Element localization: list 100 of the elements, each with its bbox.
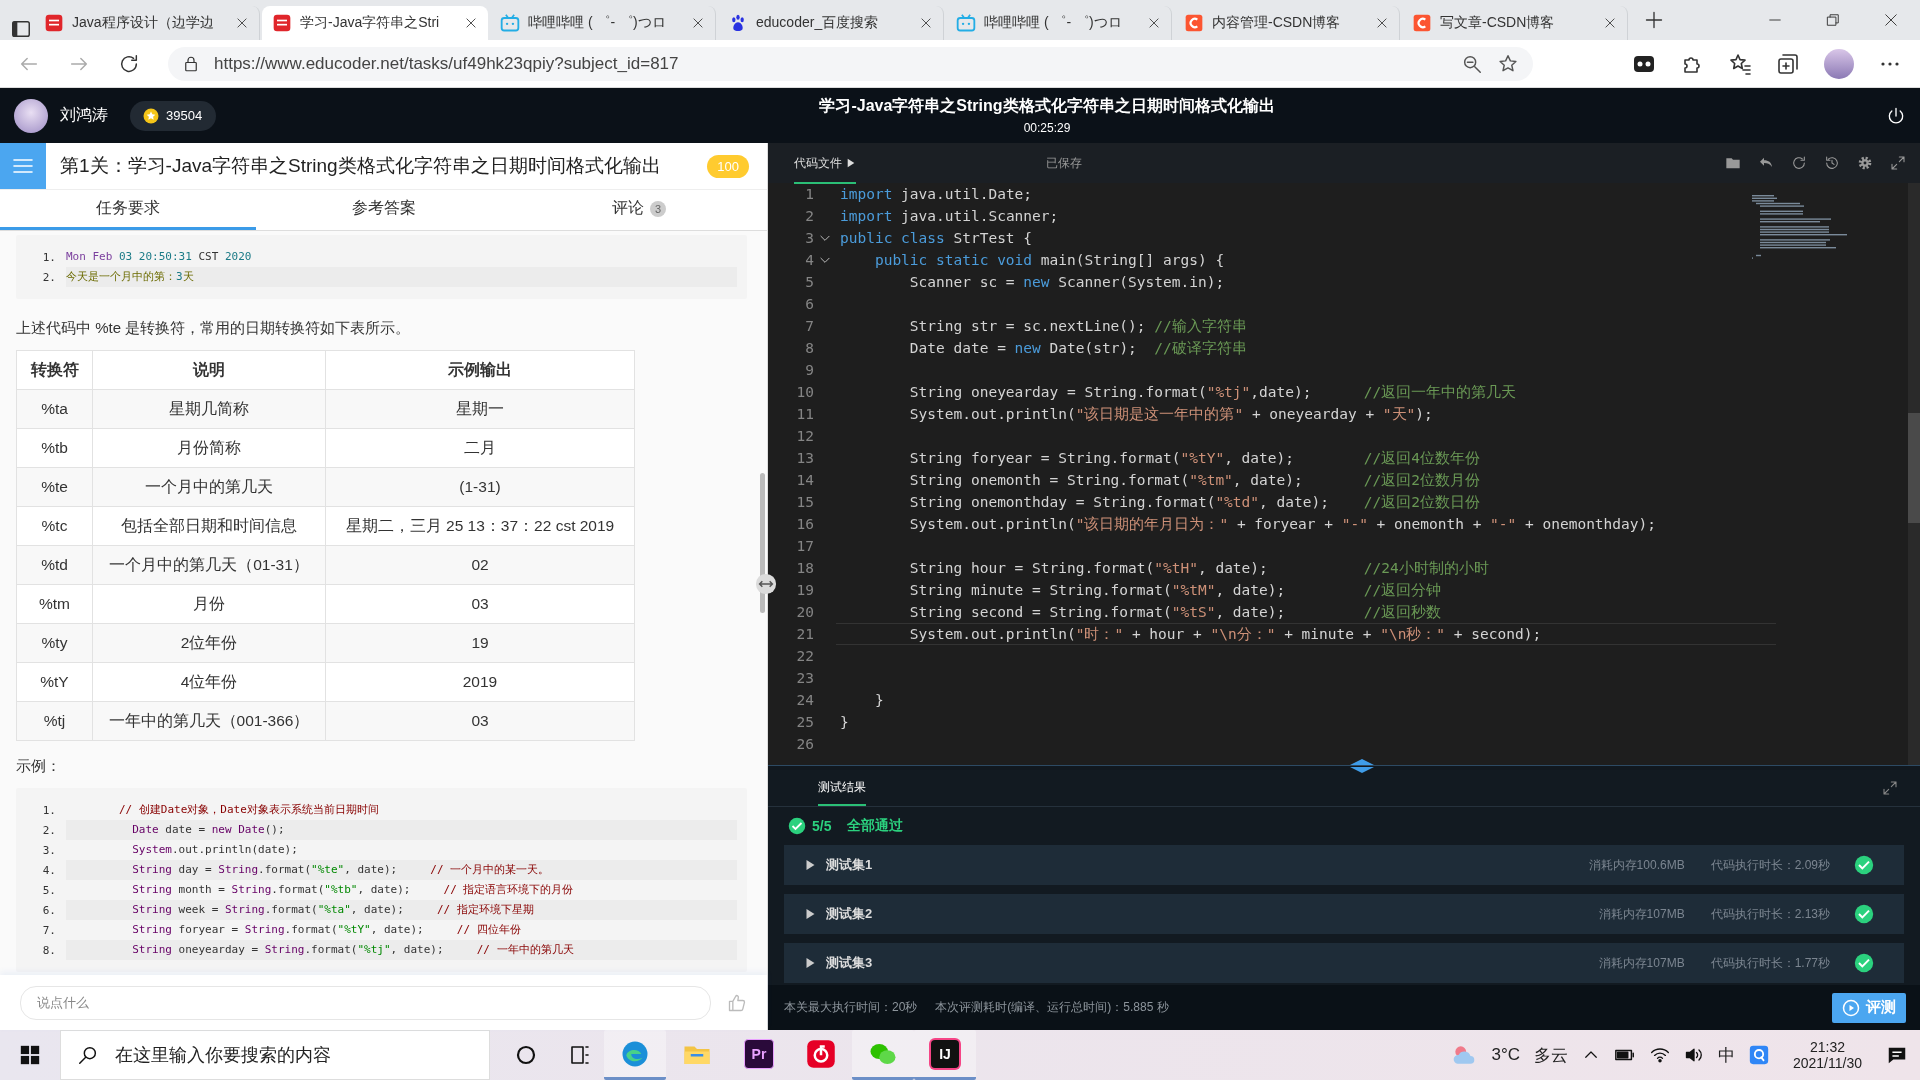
page-title: 学习-Java字符串之String类格式化字符串之日期时间格式化输出 [819,96,1275,116]
score-badge: 100 [707,154,749,178]
code-line: import java.util.Scanner; [839,207,1059,226]
code-line: // 创建Date对象，Date对象表示系统当前日期时间 [117,802,380,818]
close-icon[interactable] [1603,16,1617,30]
line-number: 8 [804,340,814,356]
code-line: Scanner sc = new Scanner(System.in); [908,273,1225,292]
windows-icon[interactable] [19,1044,41,1066]
code-line: System.out.println("该日期是这一年中的第" + oneyearday + "天"); [908,405,1433,424]
scrollbar[interactable] [1908,183,1920,765]
test-set-row[interactable]: 测试集1 消耗内存100.6MB 代码执行时长：2.09秒 [784,845,1904,885]
table-cell: 02 [325,545,635,585]
table-cell: 一个月中的第几天 [92,467,326,507]
table-cell: %tY [16,662,93,702]
refresh-icon[interactable] [118,52,140,75]
table-cell: 星期二，三月 25 13：37：22 cst 2019 [325,506,635,546]
code-line: import java.util.Date; [839,185,1033,204]
table-cell: 一个月中的第几天（01-31） [92,545,326,585]
folder-icon[interactable] [1725,155,1741,171]
tab-actions-icon[interactable] [10,18,32,40]
table-cell: %tb [16,428,93,468]
premiere-app-icon[interactable]: Pr [744,1038,774,1069]
line-number: 13 [795,450,814,466]
task-view-icon[interactable] [568,1043,592,1067]
tab[interactable]: 评论 3 [511,190,767,230]
ide-app-icon[interactable]: IJ [931,1039,959,1068]
line-number: 2. [41,270,57,284]
column-header: 转换符 [16,350,93,390]
expand-icon[interactable] [1882,780,1898,796]
tab[interactable]: 测试结果 [818,770,866,806]
taskbar-search-box[interactable]: 在这里输入你要搜索的内容 [60,1030,490,1080]
c-logo-icon [1184,13,1204,33]
user-avatar[interactable] [14,98,48,133]
example-label: 示例： [16,757,62,776]
refresh-icon[interactable] [1791,155,1807,171]
restore-icon[interactable] [1826,13,1840,27]
close-icon[interactable] [235,16,249,30]
check-circle-icon [1854,953,1874,973]
tab[interactable]: 任务要求 [0,190,256,230]
table-cell: 包括全部日期和时间信息 [92,506,326,546]
collections-icon[interactable] [1776,51,1800,76]
tab[interactable]: 参考答案 [255,190,512,230]
coin-icon [142,106,160,125]
close-icon[interactable] [691,16,705,30]
coin-badge: 39504 [130,100,217,131]
favorites-icon[interactable] [1728,51,1752,76]
line-number: 8. [41,943,57,957]
test-set-row[interactable]: 测试集3 消耗内存107MB 代码执行时长：1.77秒 [784,943,1904,983]
table-cell: %tm [16,584,93,624]
input-method[interactable]: 中 [1717,1043,1735,1067]
code-line: String str = sc.nextLine(); //输入字符串 [908,317,1247,336]
history-icon[interactable] [1824,155,1840,171]
profile-avatar[interactable] [1824,48,1854,79]
line-number: 17 [795,538,814,554]
line-number: 3. [41,843,57,857]
code-line: String oneyearday = String.format("%tj",date); //返回一年中的第几天 [908,383,1517,402]
code-line: Mon Feb 03 20:50:31 CST 2020 [66,249,253,265]
q-app-icon[interactable] [1748,1045,1769,1065]
address-bar[interactable]: https://www.educoder.net/tasks/uf49hk23qpiy?subject_id=817 [168,46,1533,81]
wifi-icon[interactable] [1649,1045,1670,1065]
lock-icon [182,54,200,73]
level-title: 第1关：学习-Java字符串之String类格式化字符串之日期时间格式化输出 [60,154,661,178]
line-number: 14 [795,472,814,488]
line-number: 3 [804,230,814,246]
taskbar-search-field[interactable]: 在这里输入你要搜索的内容 [113,1043,473,1067]
table-cell: (1-31) [325,467,635,507]
code-line: } [839,713,849,732]
music-app-icon[interactable] [806,1038,836,1069]
split-handle-icon[interactable] [1348,758,1376,774]
comment-field[interactable]: 说点什么 [20,985,711,1020]
line-number: 1. [41,250,57,264]
line-number: 7 [804,318,814,334]
thumbs-up-icon[interactable] [727,992,747,1013]
close-icon[interactable] [464,16,478,30]
close-icon[interactable] [1375,16,1389,30]
table-cell: %ty [16,623,93,663]
app-logo-icon [44,13,64,33]
column-header: 示例输出 [325,350,635,390]
table-cell: %te [16,467,93,507]
browser-tab[interactable]: 学习-Java字符串之Stri [262,6,488,40]
table-cell: 月份 [92,584,326,624]
close-icon[interactable] [1884,13,1898,27]
table-cell: 二月 [325,428,635,468]
settings-icon[interactable] [1857,155,1873,171]
close-icon[interactable] [919,16,933,30]
power-icon[interactable] [1886,105,1906,126]
file-tab[interactable]: 代码文件 [794,144,856,184]
expand-icon[interactable] [1890,155,1906,171]
line-number: 11 [795,406,814,422]
table-cell: 19 [325,623,635,663]
new-tab-icon[interactable] [1644,10,1664,30]
pass-count: 5/5 [812,818,832,834]
clock[interactable]: 21:32 2021/11/30 [1792,1039,1862,1071]
c-logo-icon [1412,13,1432,33]
close-icon[interactable] [1147,16,1161,30]
play-circle-icon [1842,998,1860,1017]
circle-icon[interactable] [514,1043,538,1067]
result-summary: 全部通过 [847,817,904,835]
test-set-row[interactable]: 测试集2 消耗内存107MB 代码执行时长：2.13秒 [784,894,1904,934]
line-number: 19 [795,582,814,598]
